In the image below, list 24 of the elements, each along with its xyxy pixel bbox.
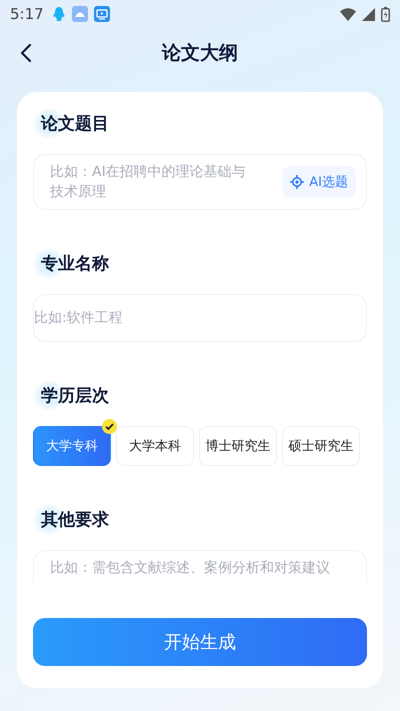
penguin-icon xyxy=(52,6,66,22)
input-field[interactable]: 比如：AI在招聘中的理论基础与技术原理 AI选题 xyxy=(33,154,367,210)
option-chip[interactable]: 硕士研究生 xyxy=(282,426,360,466)
page-title: 论文大纲 xyxy=(162,41,238,66)
screen-icon xyxy=(94,6,110,22)
back-icon[interactable] xyxy=(20,43,32,63)
option-chip[interactable]: 大学专科 xyxy=(33,426,111,466)
start-generate-button[interactable]: 开始生成 xyxy=(33,618,367,666)
check-icon xyxy=(102,419,117,434)
target-icon xyxy=(290,175,304,189)
battery-icon xyxy=(381,6,390,22)
ai-topic-button[interactable]: AI选题 xyxy=(282,166,356,198)
status-time: 5:17 xyxy=(10,5,44,23)
section-title: 其他要求 xyxy=(33,502,109,536)
option-chip[interactable]: 博士研究生 xyxy=(199,426,277,466)
signal-icon xyxy=(362,8,375,20)
option-chip[interactable]: 大学本科 xyxy=(116,426,194,466)
input-field[interactable]: 比如：需包含文献综述、案例分析和对策建议 xyxy=(33,550,367,583)
input-field[interactable]: 比如:软件工程 xyxy=(33,294,367,342)
wifi-icon xyxy=(340,8,356,20)
app-icon xyxy=(72,6,88,22)
section-title: 论文题目 xyxy=(33,106,109,140)
section-title: 学历层次 xyxy=(33,378,109,412)
section-title: 专业名称 xyxy=(33,246,109,280)
